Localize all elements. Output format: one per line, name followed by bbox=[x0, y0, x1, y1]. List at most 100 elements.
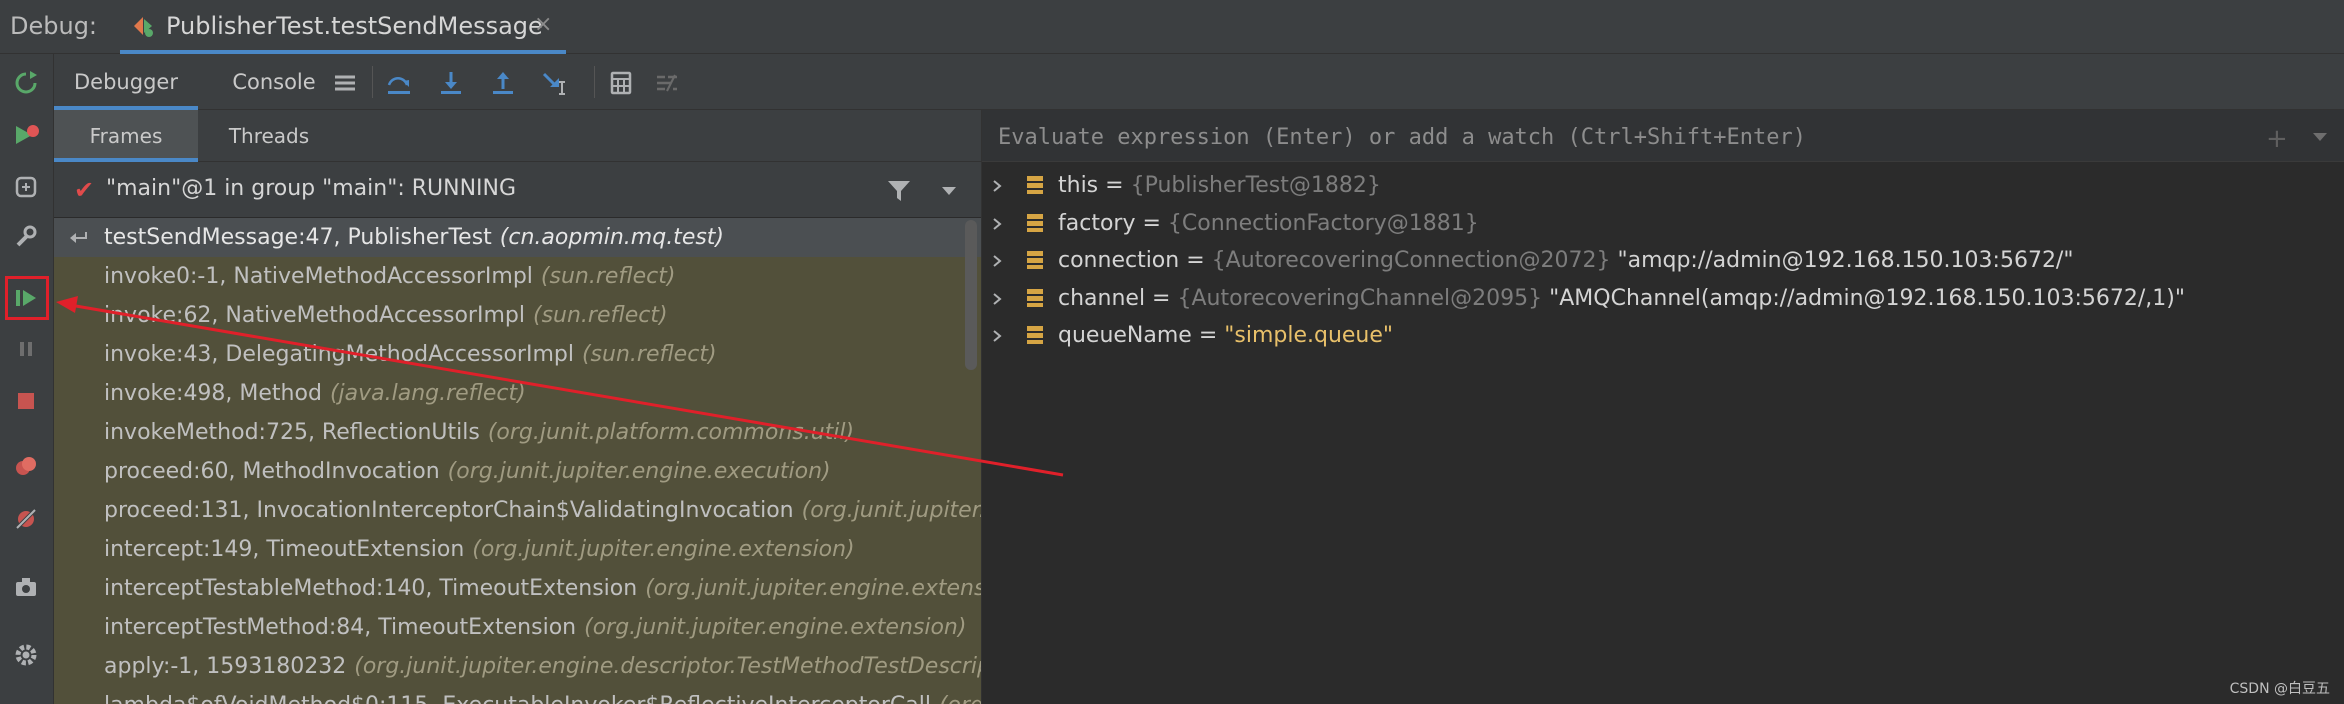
frame-package: (org.junit.platform.commons.util) bbox=[487, 420, 855, 445]
tab-threads[interactable]: Threads bbox=[204, 110, 334, 162]
tab-debugger[interactable]: Debugger bbox=[54, 54, 198, 110]
session-title: PublisherTest.testSendMessage bbox=[166, 12, 543, 40]
chevron-down-icon[interactable] bbox=[2312, 130, 2328, 144]
layout-menu-icon[interactable] bbox=[328, 66, 362, 100]
variable-name: connection bbox=[1058, 248, 1180, 273]
chevron-right-icon[interactable] bbox=[990, 254, 1004, 268]
evaluate-expression-icon[interactable] bbox=[604, 66, 638, 100]
step-out-icon[interactable] bbox=[486, 66, 520, 100]
tab-frames[interactable]: Frames bbox=[54, 110, 198, 162]
field-icon bbox=[1027, 213, 1043, 232]
variable-string-value: "simple.queue" bbox=[1224, 323, 1394, 348]
frame-row[interactable]: interceptTestableMethod:140, TimeoutExte… bbox=[54, 569, 981, 608]
frame-method: invoke:498, Method bbox=[104, 381, 322, 406]
frame-package: (sun.reflect) bbox=[532, 303, 668, 328]
camera-icon[interactable] bbox=[9, 570, 43, 604]
frame-method: intercept:149, TimeoutExtension bbox=[104, 537, 465, 562]
frame-package: (cn.aopmin.mq.test) bbox=[499, 225, 725, 250]
rerun-failed-icon[interactable] bbox=[9, 118, 43, 152]
tab-console[interactable]: Console bbox=[214, 54, 334, 110]
settings-gear-icon[interactable] bbox=[9, 638, 43, 672]
frame-method: interceptTestableMethod:140, TimeoutExte… bbox=[104, 576, 638, 601]
variable-equals: = bbox=[1135, 210, 1168, 236]
frame-row[interactable]: invokeMethod:725, ReflectionUtils (org.ju… bbox=[54, 413, 981, 452]
frame-row[interactable]: intercept:149, TimeoutExtension (org.juni… bbox=[54, 530, 981, 569]
rerun-icon[interactable] bbox=[9, 66, 43, 100]
return-arrow-icon bbox=[70, 232, 87, 243]
thread-label: "main"@1 in group "main": RUNNING bbox=[106, 176, 517, 201]
frame-row[interactable]: invoke:62, NativeMethodAccessorImpl (sun.… bbox=[54, 296, 981, 335]
frame-row[interactable]: proceed:60, MethodInvocation (org.junit.j… bbox=[54, 452, 981, 491]
step-over-icon[interactable] bbox=[382, 66, 416, 100]
variable-row[interactable]: this = {PublisherTest@1882} bbox=[982, 167, 2344, 205]
variable-name: queueName bbox=[1058, 323, 1192, 348]
debug-label: Debug: bbox=[10, 12, 98, 40]
variable-text: connection = {AutorecoveringConnection@2… bbox=[1058, 242, 2073, 280]
close-icon[interactable]: × bbox=[534, 12, 552, 37]
frame-package: (sun.reflect) bbox=[540, 264, 676, 289]
variable-row[interactable]: factory = {ConnectionFactory@1881} bbox=[982, 205, 2344, 243]
chevron-down-icon[interactable] bbox=[940, 182, 958, 200]
restore-layout-icon[interactable] bbox=[9, 170, 43, 204]
variables-panel: + this = {PublisherTest@1882}factory = {… bbox=[981, 110, 2344, 704]
frame-row[interactable]: invoke0:-1, NativeMethodAccessorImpl (sun… bbox=[54, 257, 981, 296]
frame-row[interactable]: interceptTestMethod:84, TimeoutExtension… bbox=[54, 608, 981, 647]
frame-row[interactable]: invoke:498, Method (java.lang.reflect) bbox=[54, 374, 981, 413]
frame-method: apply:-1, 1593180232 bbox=[104, 654, 347, 679]
variable-equals: = bbox=[1145, 285, 1178, 311]
chevron-right-icon[interactable] bbox=[990, 329, 1004, 343]
frames-scrollbar[interactable] bbox=[965, 220, 977, 370]
frame-method: testSendMessage:47, PublisherTest bbox=[104, 225, 492, 250]
view-breakpoints-icon[interactable] bbox=[9, 450, 43, 484]
resume-program-icon[interactable] bbox=[9, 281, 43, 315]
watch-bar: + bbox=[982, 110, 2344, 162]
frame-package: (org.junit.jupiter.engine.execution) bbox=[801, 498, 981, 523]
frame-row-selected[interactable]: testSendMessage:47, PublisherTest (cn.aop… bbox=[54, 218, 981, 257]
thread-selector[interactable]: ✔ "main"@1 in group "main": RUNNING bbox=[54, 162, 981, 218]
stop-icon[interactable] bbox=[9, 384, 43, 418]
field-icon bbox=[1027, 251, 1043, 269]
frame-method: interceptTestMethod:84, TimeoutExtension bbox=[104, 615, 577, 640]
frame-package: (org.junit.jupiter.engine.execution) bbox=[939, 693, 981, 704]
trace-stream-icon[interactable] bbox=[650, 66, 684, 100]
thread-status-check-icon: ✔ bbox=[74, 176, 95, 204]
frame-row[interactable]: proceed:131, InvocationInterceptorChain$… bbox=[54, 491, 981, 530]
variable-object-id: {ConnectionFactory@1881} bbox=[1167, 210, 1479, 236]
variable-row[interactable]: channel = {AutorecoveringChannel@2095} "… bbox=[982, 280, 2344, 318]
variable-text: queueName = "simple.queue" bbox=[1058, 317, 1393, 355]
debug-titlebar: Debug: PublisherTest.testSendMessage × bbox=[0, 0, 2344, 54]
frames-list: testSendMessage:47, PublisherTest (cn.aop… bbox=[54, 218, 981, 704]
chevron-right-icon[interactable] bbox=[990, 179, 1004, 193]
frame-method: invoke0:-1, NativeMethodAccessorImpl bbox=[104, 264, 533, 289]
frame-row[interactable]: invoke:43, DelegatingMethodAccessorImpl (… bbox=[54, 335, 981, 374]
frame-method: proceed:60, MethodInvocation bbox=[104, 459, 440, 484]
add-watch-icon[interactable]: + bbox=[2266, 124, 2288, 154]
frame-method: invoke:62, NativeMethodAccessorImpl bbox=[104, 303, 525, 328]
pause-program-icon[interactable] bbox=[9, 332, 43, 366]
evaluate-expression-input[interactable] bbox=[996, 120, 2200, 154]
debug-session-tab[interactable]: PublisherTest.testSendMessage × bbox=[120, 0, 566, 54]
chevron-right-icon[interactable] bbox=[990, 217, 1004, 231]
run-to-cursor-icon[interactable] bbox=[538, 66, 572, 100]
frame-row[interactable]: apply:-1, 1593180232 (org.junit.jupiter.e… bbox=[54, 647, 981, 686]
field-icon bbox=[1027, 176, 1043, 194]
field-icon bbox=[1027, 326, 1043, 344]
settings-wrench-icon[interactable] bbox=[9, 220, 43, 254]
variable-object-id: {AutorecoveringConnection@2072} bbox=[1211, 248, 1611, 273]
variable-object-id: {AutorecoveringChannel@2095} bbox=[1177, 285, 1543, 311]
frame-method: invokeMethod:725, ReflectionUtils bbox=[104, 420, 480, 445]
variable-description: "AMQChannel(amqp://admin@192.168.150.103… bbox=[1542, 285, 2185, 311]
step-into-icon[interactable] bbox=[434, 66, 468, 100]
variable-name: channel bbox=[1058, 285, 1146, 311]
variable-row[interactable]: connection = {AutorecoveringConnection@2… bbox=[982, 242, 2344, 280]
variable-row[interactable]: queueName = "simple.queue" bbox=[982, 317, 2344, 355]
chevron-right-icon[interactable] bbox=[990, 292, 1004, 306]
mute-breakpoints-icon[interactable] bbox=[9, 502, 43, 536]
variable-name: this bbox=[1058, 173, 1099, 198]
filter-icon[interactable] bbox=[886, 178, 912, 204]
frames-panel: Frames Threads ✔ "main"@1 in group "main… bbox=[54, 110, 981, 704]
frame-package: (org.junit.jupiter.engine.extension) bbox=[584, 615, 967, 640]
toolbar-separator bbox=[372, 66, 373, 98]
frame-row[interactable]: lambda$ofVoidMethod$0:115, ExecutableInv… bbox=[54, 686, 981, 704]
frame-package: (sun.reflect) bbox=[581, 342, 717, 367]
